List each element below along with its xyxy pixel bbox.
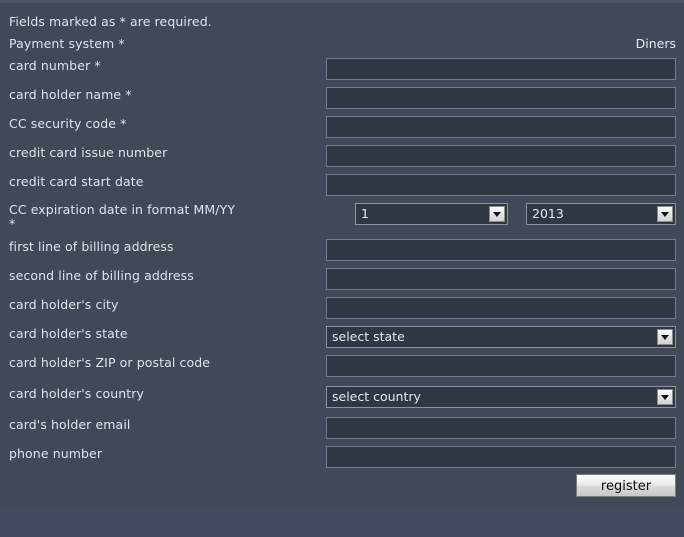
chevron-down-icon[interactable] [657, 389, 673, 405]
billing-address-line2-input[interactable] [326, 268, 676, 290]
cc-expiration-month-select[interactable]: 1 [355, 203, 508, 225]
phone-input[interactable] [326, 446, 676, 468]
card-number-label: card number * [9, 58, 101, 73]
card-holder-name-label: card holder name * [9, 87, 132, 102]
email-label: card's holder email [9, 417, 131, 432]
cc-expiration-month-value: 1 [361, 206, 369, 221]
row-credit-card-start-date: credit card start date [0, 174, 684, 203]
zip-label: card holder's ZIP or postal code [9, 355, 211, 370]
cc-expiration-year-value: 2013 [532, 206, 564, 221]
row-card-holder-name: card holder name * [0, 87, 684, 116]
row-credit-card-issue-number: credit card issue number [0, 145, 684, 174]
credit-card-start-date-label: credit card start date [9, 174, 144, 189]
billing-address-line1-label: first line of billing address [9, 239, 174, 254]
chevron-down-icon[interactable] [657, 329, 673, 345]
payment-system-label: Payment system * [9, 36, 125, 51]
row-country: card holder's country select country [0, 386, 684, 415]
country-label: card holder's country [9, 386, 144, 401]
row-cc-expiration-date: CC expiration date in format MM/YY * 1 2… [0, 203, 684, 239]
credit-card-start-date-input[interactable] [326, 174, 676, 196]
row-billing-address-line2: second line of billing address [0, 268, 684, 297]
zip-input[interactable] [326, 355, 676, 377]
payment-system-value: Diners [635, 36, 676, 51]
card-holder-name-input[interactable] [326, 87, 676, 109]
chevron-down-icon[interactable] [489, 206, 505, 222]
state-select[interactable]: select state [326, 326, 676, 348]
cc-expiration-date-label: CC expiration date in format MM/YY * [9, 202, 236, 231]
city-input[interactable] [326, 297, 676, 319]
row-email: card's holder email [0, 417, 684, 446]
cc-security-code-label: CC security code * [9, 116, 127, 131]
billing-address-line2-label: second line of billing address [9, 268, 194, 283]
payment-registration-form: Fields marked as * are required. Payment… [0, 0, 684, 537]
row-state: card holder's state select state [0, 326, 684, 355]
country-select-value: select country [332, 389, 421, 404]
phone-label: phone number [9, 446, 103, 461]
state-select-value: select state [332, 329, 405, 344]
card-number-input[interactable] [326, 58, 676, 80]
email-input[interactable] [326, 417, 676, 439]
cc-expiration-year-select[interactable]: 2013 [526, 203, 676, 225]
credit-card-issue-number-label: credit card issue number [9, 145, 168, 160]
row-phone: phone number [0, 446, 684, 475]
credit-card-issue-number-input[interactable] [326, 145, 676, 167]
row-zip: card holder's ZIP or postal code [0, 355, 684, 384]
billing-address-line1-input[interactable] [326, 239, 676, 261]
row-cc-security-code: CC security code * [0, 116, 684, 145]
row-billing-address-line1: first line of billing address [0, 239, 684, 268]
chevron-down-icon[interactable] [657, 206, 673, 222]
country-select[interactable]: select country [326, 386, 676, 408]
city-label: card holder's city [9, 297, 119, 312]
register-button[interactable]: register [576, 474, 676, 497]
row-card-number: card number * [0, 58, 684, 87]
state-label: card holder's state [9, 326, 128, 341]
cc-security-code-input[interactable] [326, 116, 676, 138]
row-city: card holder's city [0, 297, 684, 326]
required-fields-notice: Fields marked as * are required. [9, 14, 212, 29]
